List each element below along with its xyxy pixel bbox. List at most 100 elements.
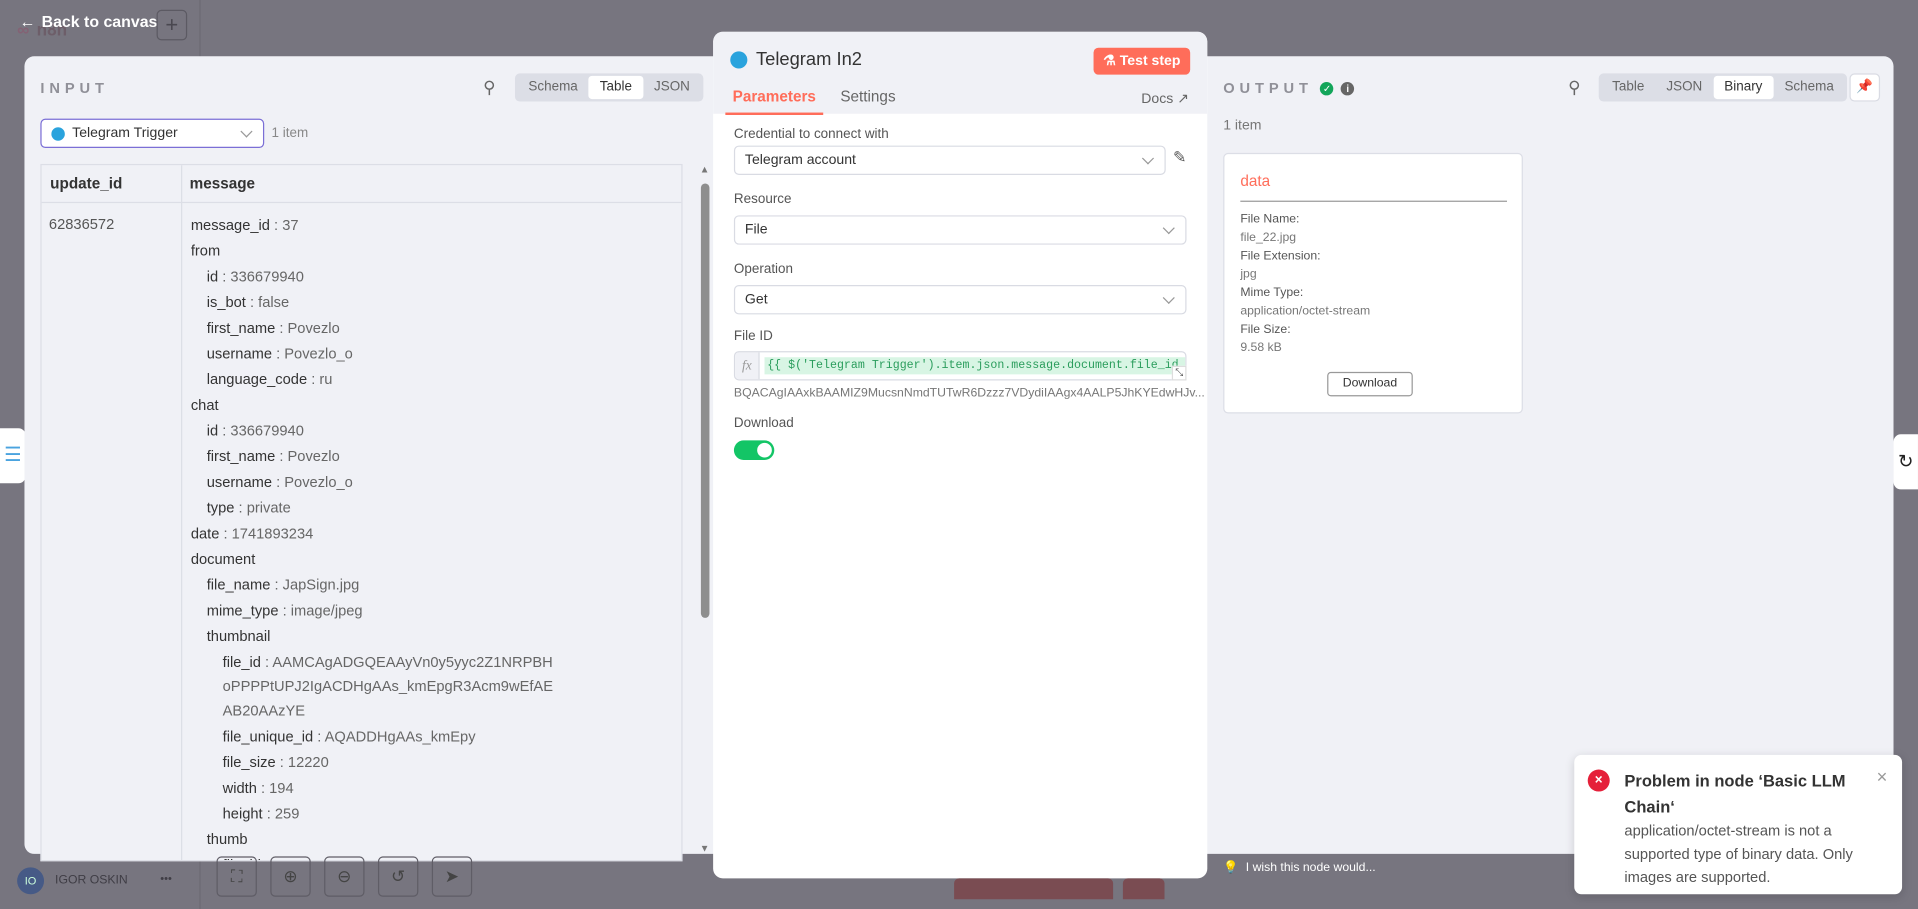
json-key: message_id	[190, 216, 270, 234]
add-node-button[interactable]: +	[156, 9, 188, 41]
pin-icon: 📌	[1856, 79, 1874, 95]
fit-view-button[interactable]: ⛶	[216, 856, 257, 897]
user-menu-button[interactable]: •••	[160, 872, 172, 884]
json-row: id : 336679940	[206, 267, 304, 286]
input-title: INPUT	[40, 79, 109, 97]
json-key: chat	[190, 396, 219, 414]
json-row: from	[191, 239, 558, 263]
credential-label: Credential to connect with	[733, 127, 889, 142]
json-value: 336679940	[230, 267, 304, 286]
expression-text: {{ $('Telegram Trigger').item.json.messa…	[764, 357, 1186, 375]
json-row: first_name : Povezlo	[206, 447, 340, 465]
node-title[interactable]: Telegram In2	[756, 49, 862, 70]
json-value: AQADDHgAAs_kmEpy	[324, 727, 476, 746]
json-key: username	[206, 473, 273, 491]
resource-label: Resource	[733, 192, 792, 207]
file-id-expression-input[interactable]: fx {{ $('Telegram Trigger').item.json.me…	[733, 351, 1187, 381]
zoom-out-button[interactable]: ⊖	[324, 856, 365, 897]
tab-settings[interactable]: Settings	[840, 88, 895, 105]
column-header-update-id: update_id	[41, 165, 182, 204]
test-step-button[interactable]: ⚗ Test step	[1093, 47, 1191, 75]
input-table: update_id message 62836572 message_id : …	[40, 163, 683, 862]
input-source-select[interactable]: Telegram Trigger	[40, 118, 265, 149]
resource-select[interactable]: File	[733, 215, 1187, 245]
tab-binary[interactable]: Binary	[1713, 75, 1774, 100]
user-name: IGOR OSKIN	[55, 873, 128, 887]
json-value: Povezlo_o	[284, 344, 353, 363]
info-icon[interactable]: i	[1341, 81, 1355, 95]
download-toggle[interactable]	[733, 440, 775, 460]
reset-zoom-button[interactable]: ↺	[377, 856, 419, 897]
expand-icon[interactable]: ⤡	[1171, 365, 1187, 381]
lightbulb-icon: 💡	[1223, 861, 1239, 875]
chevron-down-icon	[1141, 151, 1155, 164]
chevron-down-icon	[1162, 291, 1175, 304]
json-row: height : 259	[222, 804, 300, 823]
json-row: file_name : JapSign.jpg	[206, 576, 360, 594]
docs-link[interactable]: Docs ↗	[1141, 89, 1189, 107]
zoom-in-icon: ⊕	[283, 866, 298, 886]
json-key: date	[190, 524, 220, 542]
telegram-icon	[730, 51, 748, 69]
back-to-canvas-button[interactable]: ← Back to canvas	[20, 12, 158, 30]
tab-schema[interactable]: Schema	[1773, 76, 1844, 99]
zoom-out-icon: ⊖	[337, 866, 352, 886]
json-value: 37	[282, 216, 299, 234]
zoom-in-button[interactable]: ⊕	[270, 856, 311, 897]
json-key: username	[206, 344, 273, 363]
pencil-icon[interactable]: ✎	[1173, 148, 1186, 168]
undo-icon: ↺	[390, 866, 406, 886]
pin-data-button[interactable]: 📌	[1849, 73, 1881, 102]
docs-label: Docs	[1141, 91, 1174, 107]
tab-table[interactable]: Table	[588, 75, 643, 100]
json-key: document	[190, 550, 256, 568]
json-key: file_name	[206, 576, 271, 594]
tab-table[interactable]: Table	[1601, 76, 1655, 99]
right-side-tab[interactable]: ↻	[1893, 434, 1918, 490]
fx-icon: fx	[735, 352, 760, 380]
search-icon[interactable]: ⚲	[483, 77, 496, 98]
metadata-key: Mime Type:	[1240, 286, 1304, 300]
execute-workflow-button[interactable]	[954, 878, 1114, 900]
fullscreen-icon: ⛶	[230, 866, 243, 886]
binary-property-name: data	[1240, 172, 1271, 190]
search-icon[interactable]: ⚲	[1568, 77, 1581, 98]
feedback-link[interactable]: 💡 I wish this node would...	[1223, 861, 1375, 874]
json-row: language_code : ru	[206, 370, 333, 388]
delete-execution-button[interactable]	[1122, 878, 1165, 900]
toast-message: application/octet-stream is not a suppor…	[1624, 822, 1853, 886]
json-value: 336679940	[230, 422, 304, 440]
json-row: thumb	[191, 827, 558, 851]
json-row: width : 194	[222, 779, 294, 797]
operation-label: Operation	[733, 261, 794, 277]
toast-title: Problem in node ‘Basic LLM Chain‘	[1624, 771, 1846, 817]
close-icon[interactable]: ×	[1877, 767, 1888, 788]
tab-json[interactable]: JSON	[1655, 76, 1713, 99]
operation-value: Get	[744, 292, 768, 308]
tidy-up-button[interactable]: ➤	[431, 856, 473, 897]
arrow-left-icon: ←	[19, 12, 36, 31]
tab-schema[interactable]: Schema	[517, 76, 588, 99]
json-key: is_bot	[206, 293, 246, 311]
credential-select[interactable]: Telegram account	[733, 145, 1166, 175]
json-key: id	[206, 422, 219, 440]
tab-json[interactable]: JSON	[643, 76, 701, 99]
json-row: message_id : 37	[190, 216, 299, 234]
left-side-tab[interactable]: ☰	[0, 428, 26, 484]
input-item-count: 1 item	[271, 126, 309, 141]
error-icon: ×	[1587, 769, 1610, 792]
download-label: Download	[733, 415, 794, 431]
json-row: date : 1741893234	[190, 524, 314, 542]
tab-parameters[interactable]: Parameters	[725, 88, 824, 115]
json-row: first_name : Povezlo	[206, 319, 340, 337]
json-row: mime_type : image/jpeg	[206, 601, 363, 620]
json-value: 1741893234	[231, 524, 314, 542]
metadata-key: File Extension:	[1240, 249, 1321, 264]
scrollbar-thumb[interactable]	[700, 183, 710, 618]
operation-select[interactable]: Get	[733, 285, 1187, 315]
avatar[interactable]: IO	[17, 867, 45, 895]
resource-value: File	[744, 222, 768, 238]
json-value: false	[258, 293, 290, 311]
download-button[interactable]: Download	[1327, 371, 1413, 397]
json-value: 259	[274, 804, 300, 823]
